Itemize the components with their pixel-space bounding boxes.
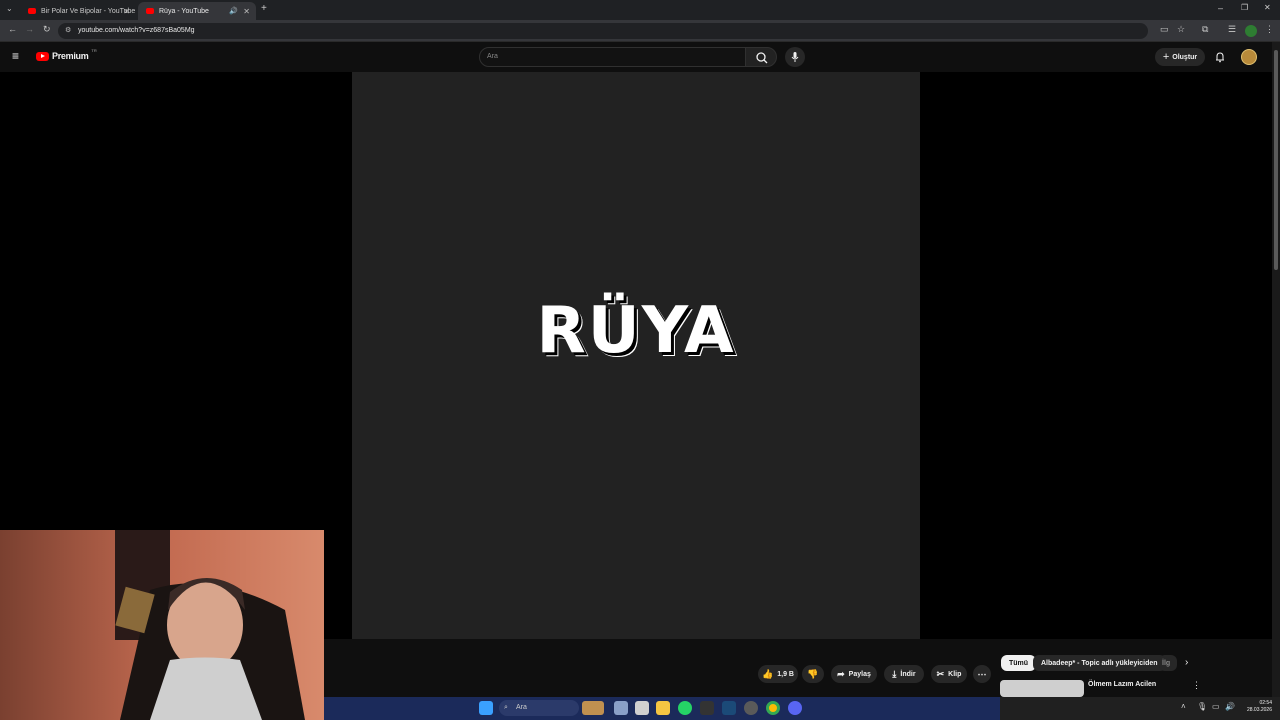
whatsapp-icon[interactable] bbox=[678, 701, 692, 715]
browser-toolbar: ← → ↻ ⚙ youtube.com/watch?v=z687sBa05Mg … bbox=[0, 20, 1280, 42]
account-avatar[interactable] bbox=[1241, 49, 1257, 65]
close-tab-icon[interactable]: ✕ bbox=[243, 7, 250, 16]
page-scrollbar[interactable] bbox=[1272, 42, 1280, 700]
download-icon: ⤓ bbox=[892, 668, 897, 679]
scrollbar-thumb[interactable] bbox=[1274, 50, 1278, 270]
webcam-feed-image bbox=[0, 530, 324, 720]
recommendation-more-icon[interactable]: ⋮ bbox=[1192, 680, 1201, 691]
thumbs-up-icon: 👍 bbox=[762, 668, 774, 679]
extensions-icon[interactable]: ⧉ bbox=[1202, 24, 1208, 35]
search-icon bbox=[756, 52, 768, 64]
window-close-icon[interactable]: ✕ bbox=[1264, 3, 1271, 12]
chip-related[interactable]: İlg bbox=[1159, 655, 1177, 671]
epic-games-icon[interactable] bbox=[700, 701, 714, 715]
search-button[interactable] bbox=[745, 47, 777, 67]
recommendation-item[interactable]: Ölmem Lazım Acilen ⋮ bbox=[1000, 680, 1201, 697]
download-button[interactable]: ⤓ İndir bbox=[884, 665, 924, 683]
youtube-play-icon bbox=[36, 51, 49, 61]
like-button[interactable]: 👍 1,9 B bbox=[758, 665, 798, 683]
tab-title: Bir Polar Ve Bipolar - YouTube bbox=[41, 7, 136, 15]
dislike-button[interactable]: 👎 bbox=[802, 665, 824, 683]
microphone-icon bbox=[791, 52, 799, 62]
clock-time: 02:54 bbox=[1259, 700, 1272, 706]
cast-icon[interactable]: ▭ bbox=[1160, 24, 1169, 35]
tab-list-icon[interactable]: ☰ bbox=[1228, 24, 1236, 35]
tab-title: Rüya - YouTube bbox=[159, 7, 209, 15]
chips-next-icon[interactable]: › bbox=[1185, 657, 1188, 668]
create-button[interactable]: + Oluştur bbox=[1155, 48, 1205, 66]
share-arrow-icon: ➦ bbox=[837, 668, 845, 679]
video-title-overlay: RÜYA bbox=[536, 294, 736, 368]
discord-icon[interactable] bbox=[788, 701, 802, 715]
logo-text: Premium bbox=[52, 51, 89, 61]
clock[interactable]: 02:54 28.03.2026 bbox=[1240, 700, 1272, 714]
voice-search-button[interactable] bbox=[785, 47, 805, 67]
hamburger-menu-icon[interactable]: ≡ bbox=[12, 49, 19, 63]
like-count: 1,9 B bbox=[777, 670, 794, 678]
thumbs-down-icon: 👎 bbox=[807, 668, 819, 679]
audio-playing-icon[interactable]: 🔊 bbox=[229, 7, 238, 15]
back-icon[interactable]: ← bbox=[8, 24, 17, 34]
browser-tab-bar: ⌄ Bir Polar Ve Bipolar - YouTube ✕ Rüya … bbox=[0, 0, 1280, 20]
more-actions-button[interactable]: ⋯ bbox=[973, 665, 991, 683]
youtube-favicon-icon bbox=[146, 8, 154, 14]
clip-button[interactable]: ✂ Klip bbox=[931, 665, 967, 683]
bookmark-star-icon[interactable]: ☆ bbox=[1177, 24, 1185, 35]
site-info-icon[interactable]: ⚙ bbox=[65, 23, 71, 39]
windows-start-icon[interactable] bbox=[479, 701, 493, 715]
clip-label: Klip bbox=[948, 670, 962, 678]
folder-icon[interactable] bbox=[656, 701, 670, 715]
scissors-icon: ✂ bbox=[936, 668, 945, 679]
youtube-header: ≡ Premium TR Ara + Oluştur bbox=[0, 42, 1272, 72]
volume-icon[interactable]: 🔊 bbox=[1225, 702, 1235, 711]
share-button[interactable]: ➦ Paylaş bbox=[831, 665, 877, 683]
steam-icon[interactable] bbox=[722, 701, 736, 715]
taskbar-search-icon: ⌕ bbox=[504, 704, 508, 711]
file-manager-icon[interactable] bbox=[635, 701, 649, 715]
profile-avatar[interactable] bbox=[1245, 25, 1257, 37]
youtube-favicon-icon bbox=[28, 8, 36, 14]
tab-bir-polar[interactable]: Bir Polar Ve Bipolar - YouTube ✕ bbox=[20, 2, 136, 20]
taskbar-search[interactable]: ⌕ Ara bbox=[499, 700, 579, 716]
tray-chevron-icon[interactable]: ˄ bbox=[1181, 702, 1186, 711]
address-bar[interactable]: ⚙ youtube.com/watch?v=z687sBa05Mg bbox=[58, 23, 1148, 39]
webcam-overlay bbox=[0, 530, 324, 720]
video-player[interactable]: RÜYA bbox=[352, 72, 920, 639]
notifications-bell-icon[interactable] bbox=[1214, 51, 1226, 63]
reload-icon[interactable]: ↻ bbox=[43, 24, 51, 35]
taskbar-tray bbox=[1000, 697, 1280, 720]
chrome-menu-icon[interactable]: ⋮ bbox=[1265, 24, 1274, 35]
tab-search-icon[interactable]: ⌄ bbox=[6, 4, 13, 13]
logo-region: TR bbox=[91, 47, 97, 53]
taskbar-search-placeholder: Ara bbox=[516, 704, 527, 711]
recommendation-thumbnail bbox=[1000, 680, 1084, 697]
network-icon[interactable]: ▭ bbox=[1212, 702, 1220, 711]
restore-icon[interactable]: ❐ bbox=[1241, 3, 1248, 12]
more-horizontal-icon: ⋯ bbox=[977, 668, 987, 679]
app-icon[interactable] bbox=[744, 701, 758, 715]
new-tab-icon[interactable]: + bbox=[261, 3, 267, 14]
url-text: youtube.com/watch?v=z687sBa05Mg bbox=[78, 27, 195, 34]
chip-uploader[interactable]: Albadeep* - Topic adlı yükleyiciden bbox=[1033, 655, 1166, 671]
share-label: Paylaş bbox=[848, 670, 871, 678]
close-tab-icon[interactable]: ✕ bbox=[123, 7, 130, 16]
recommendation-title: Ölmem Lazım Acilen bbox=[1088, 681, 1157, 688]
microphone-tray-icon[interactable]: 🎙 bbox=[1197, 702, 1207, 711]
chrome-icon[interactable] bbox=[766, 701, 780, 715]
create-label: Oluştur bbox=[1172, 53, 1198, 61]
youtube-premium-logo[interactable]: Premium TR bbox=[36, 47, 97, 61]
download-label: İndir bbox=[900, 670, 916, 678]
chip-all[interactable]: Tümü bbox=[1001, 655, 1037, 671]
forward-icon[interactable]: → bbox=[25, 24, 34, 34]
tab-ruya[interactable]: Rüya - YouTube 🔊 ✕ bbox=[138, 2, 256, 20]
plus-icon: + bbox=[1162, 51, 1170, 63]
minimize-icon[interactable]: – bbox=[1218, 3, 1223, 13]
clock-date: 28.03.2026 bbox=[1246, 707, 1272, 713]
task-view-icon[interactable] bbox=[614, 701, 628, 715]
search-input[interactable]: Ara bbox=[479, 47, 746, 67]
widget-icon[interactable] bbox=[582, 701, 604, 715]
